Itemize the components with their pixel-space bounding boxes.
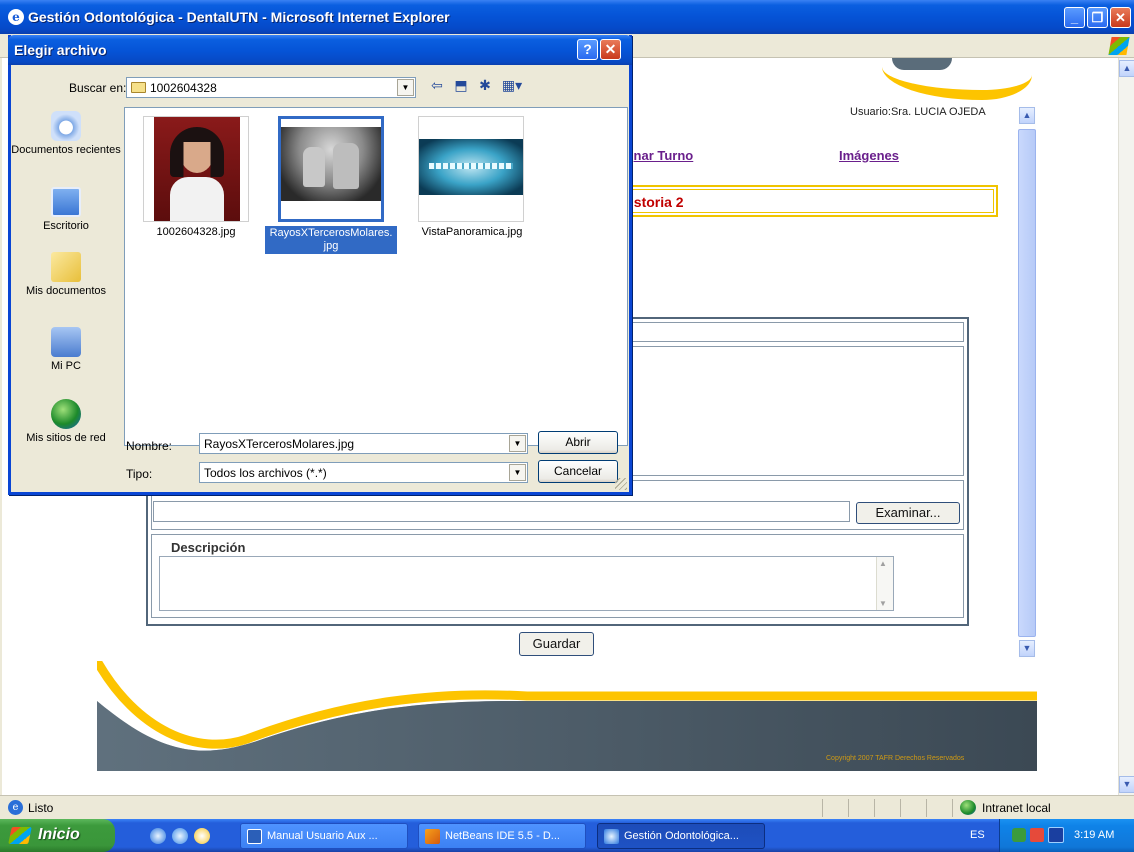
maximize-button[interactable]: ❐: [1087, 7, 1108, 28]
my-documents-icon: [51, 252, 81, 282]
file-name-rayosx[interactable]: RayosXTercerosMolares. jpg: [265, 226, 397, 254]
place-my-documents[interactable]: Mis documentos: [11, 252, 121, 297]
back-icon[interactable]: ⇦: [427, 77, 447, 95]
minimize-button[interactable]: _: [1064, 7, 1085, 28]
windows-logo-icon: [1108, 37, 1130, 55]
taskbar-item-gestion[interactable]: Gestión Odontológica...: [597, 823, 765, 849]
up-folder-icon[interactable]: ⬒: [451, 77, 471, 95]
status-text: Listo: [28, 801, 54, 815]
ie-task-icon: [604, 829, 619, 844]
thumbnail-1002604328[interactable]: [143, 116, 249, 222]
file-name-label: Nombre:: [126, 439, 173, 453]
look-in-label: Buscar en:: [69, 81, 127, 95]
taskbar: Inicio Manual Usuario Aux ... NetBeans I…: [0, 819, 1134, 852]
frame-scrollbar[interactable]: ▲ ▼: [1018, 105, 1036, 659]
browser-quicklaunch-icon[interactable]: [194, 828, 210, 844]
file-name-panoramica[interactable]: VistaPanoramica.jpg: [410, 226, 534, 238]
view-menu-icon[interactable]: ▦▾: [499, 77, 525, 95]
window-title: Gestión Odontológica - DentalUTN - Micro…: [28, 9, 450, 25]
file-path-input[interactable]: [153, 501, 850, 522]
file-type-combo[interactable]: Todos los archivos (*.*) ▼: [199, 462, 528, 483]
page-scroll-down-icon[interactable]: ▼: [1119, 776, 1134, 793]
network-places-icon: [51, 399, 81, 429]
security-zone-label: Intranet local: [982, 801, 1051, 815]
descripcion-textarea[interactable]: ▲ ▼: [159, 556, 894, 611]
place-my-computer[interactable]: Mi PC: [11, 327, 121, 372]
place-network[interactable]: Mis sitios de red: [11, 399, 121, 444]
start-button[interactable]: Inicio: [0, 819, 115, 852]
ie-title-bar: e Gestión Odontológica - DentalUTN - Mic…: [0, 0, 1134, 34]
tray-security-icon[interactable]: [1030, 828, 1044, 842]
help-button[interactable]: ?: [577, 39, 598, 60]
tray-app-icon[interactable]: [1012, 828, 1026, 842]
chevron-down-icon[interactable]: ▼: [509, 435, 526, 452]
scroll-up-arrow-icon[interactable]: ▲: [1019, 107, 1035, 124]
place-desktop[interactable]: Escritorio: [11, 187, 121, 232]
start-label: Inicio: [38, 826, 80, 843]
page-scrollbar[interactable]: ▲ ▼: [1118, 58, 1134, 795]
clock[interactable]: 3:19 AM: [1074, 829, 1114, 841]
intranet-zone-icon: [960, 800, 976, 815]
file-list-view[interactable]: 1002604328.jpg RayosXTercerosMolares. jp…: [124, 107, 628, 446]
dialog-title-bar[interactable]: Elegir archivo ? ✕: [8, 35, 632, 65]
file-name-1002604328[interactable]: 1002604328.jpg: [137, 226, 255, 238]
resize-grip[interactable]: [615, 478, 627, 490]
places-bar: Documentos recientes Escritorio Mis docu…: [11, 107, 121, 447]
imagenes-link[interactable]: Imágenes: [839, 148, 899, 163]
recent-documents-icon: [51, 111, 81, 141]
chevron-down-icon[interactable]: ▼: [397, 79, 414, 96]
thumbnail-rayosx[interactable]: [278, 116, 384, 222]
place-recent[interactable]: Documentos recientes: [11, 111, 121, 156]
panoramic-thumbnail: [419, 139, 523, 195]
file-name-value: RayosXTercerosMolares.jpg: [204, 437, 355, 451]
new-folder-icon[interactable]: ✱: [475, 77, 495, 95]
history-title: listoria 2: [626, 194, 684, 210]
ie-page-icon: e: [8, 800, 23, 815]
page-scroll-up-icon[interactable]: ▲: [1119, 60, 1134, 77]
current-user-label: Usuario:Sra. LUCIA OJEDA: [850, 106, 986, 118]
dialog-close-button[interactable]: ✕: [600, 39, 621, 60]
taskbar-item-netbeans[interactable]: NetBeans IDE 5.5 - D...: [418, 823, 586, 849]
look-in-combo[interactable]: 1002604328 ▼: [126, 77, 416, 98]
asignar-turno-link[interactable]: ignar Turno: [622, 148, 693, 163]
netbeans-icon: [425, 829, 440, 844]
dialog-title: Elegir archivo: [14, 42, 107, 58]
header-logo: [892, 58, 952, 70]
status-bar: e Listo Intranet local: [0, 795, 1134, 819]
photo-thumbnail: [154, 117, 240, 221]
look-in-value: 1002604328: [150, 81, 217, 95]
thumbnail-panoramica[interactable]: [418, 116, 524, 222]
file-type-value: Todos los archivos (*.*): [204, 466, 327, 480]
guardar-button[interactable]: Guardar: [519, 632, 594, 656]
file-type-label: Tipo:: [126, 467, 153, 481]
taskbar-item-manual[interactable]: Manual Usuario Aux ...: [240, 823, 408, 849]
desktop-quicklaunch-icon[interactable]: [172, 828, 188, 844]
history-header-box: listoria 2: [614, 185, 998, 217]
file-dialog: Elegir archivo ? ✕ Buscar en: 1002604328…: [8, 35, 632, 495]
xray-thumbnail: [281, 127, 381, 201]
tray-ime-icon[interactable]: [1048, 827, 1064, 843]
frame-scroll-thumb[interactable]: [1018, 129, 1036, 637]
internet-explorer-icon: e: [8, 9, 24, 25]
folder-icon: [131, 82, 146, 93]
descripcion-scrollbar[interactable]: ▲ ▼: [876, 557, 893, 610]
examinar-button[interactable]: Examinar...: [856, 502, 960, 524]
ie-quicklaunch-icon[interactable]: [150, 828, 166, 844]
my-computer-icon: [51, 327, 81, 357]
copyright-text: Copyright 2007 TAFR Derechos Reservados: [826, 755, 965, 762]
language-indicator[interactable]: ES: [970, 829, 985, 841]
open-button[interactable]: Abrir: [538, 431, 618, 454]
cancel-button[interactable]: Cancelar: [538, 460, 618, 483]
desktop-icon: [51, 187, 81, 217]
file-name-combo[interactable]: RayosXTercerosMolares.jpg ▼: [199, 433, 528, 454]
word-doc-icon: [247, 829, 262, 844]
system-tray: 3:19 AM: [999, 819, 1134, 852]
chevron-down-icon[interactable]: ▼: [509, 464, 526, 481]
windows-flag-icon: [8, 827, 32, 844]
scroll-down-arrow-icon[interactable]: ▼: [1019, 640, 1035, 657]
close-button[interactable]: ✕: [1110, 7, 1131, 28]
descripcion-legend: Descripción: [168, 540, 249, 555]
